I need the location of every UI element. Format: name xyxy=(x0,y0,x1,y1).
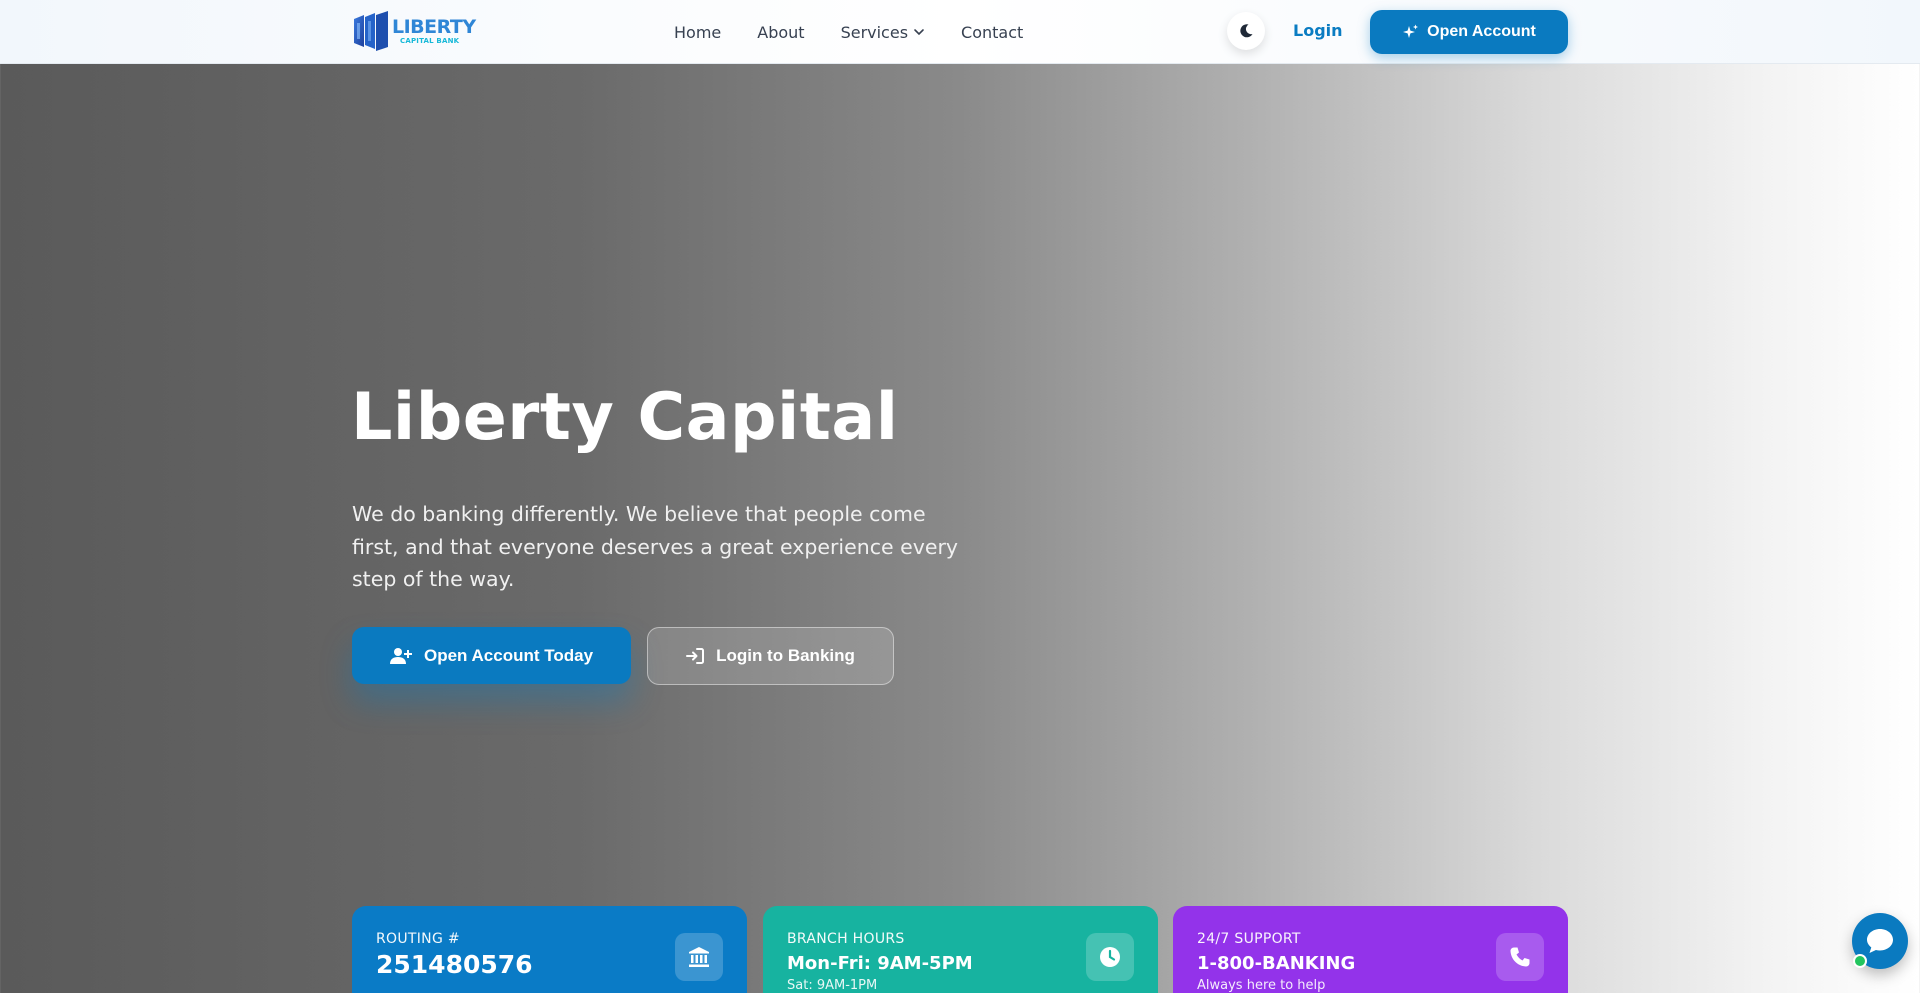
brand-name: LIBERTY xyxy=(392,15,476,38)
open-account-today-button[interactable]: Open Account Today xyxy=(352,627,631,684)
support-sub: Always here to help xyxy=(1197,978,1326,993)
open-account-today-label: Open Account Today xyxy=(423,645,594,665)
login-to-banking-label: Login to Banking xyxy=(716,646,855,665)
phone-icon xyxy=(1510,947,1530,967)
routing-number-value: 251480576 xyxy=(376,950,533,979)
clock-icon xyxy=(1100,947,1120,967)
sparkles-icon xyxy=(1403,24,1419,38)
branch-hours-card: BRANCH HOURS Mon-Fri: 9AM-5PM Sat: 9AM-1… xyxy=(763,906,1158,993)
sign-in-icon xyxy=(686,648,705,664)
open-account-label: Open Account xyxy=(1427,23,1536,40)
nav-link-services[interactable]: Services xyxy=(841,23,925,42)
nav-link-services-label: Services xyxy=(840,22,909,42)
chat-bubble-icon xyxy=(1867,929,1893,953)
bank-icon xyxy=(689,947,709,967)
brand-tagline: CAPITAL BANK xyxy=(400,36,460,45)
brand-logo[interactable]: LIBERTY CAPITAL BANK xyxy=(352,11,476,51)
nav-link-contact[interactable]: Contact xyxy=(961,23,1023,42)
card-label: ROUTING # xyxy=(376,931,460,947)
main-nav: Home About Services Contact xyxy=(674,0,1059,64)
branch-hours-sub: Sat: 9AM-1PM xyxy=(787,978,878,993)
support-phone-value[interactable]: 1-800-BANKING xyxy=(1197,953,1544,974)
navbar: LIBERTY CAPITAL BANK Home About Services… xyxy=(0,0,1920,64)
card-label: BRANCH HOURS xyxy=(787,931,905,947)
hero-title: Liberty Capital xyxy=(351,380,899,455)
branch-hours-value: Mon-Fri: 9AM-5PM xyxy=(787,953,973,974)
nav-link-about[interactable]: About xyxy=(757,23,804,42)
nav-link-home[interactable]: Home xyxy=(674,23,721,42)
theme-toggle-button[interactable] xyxy=(1227,12,1265,50)
bank-building-logo-icon xyxy=(354,11,388,51)
login-to-banking-button[interactable]: Login to Banking xyxy=(647,627,894,685)
hero-description: We do banking differently. We believe th… xyxy=(352,502,959,591)
chevron-down-icon xyxy=(914,29,924,36)
login-link[interactable]: Login xyxy=(1293,21,1343,40)
online-status-dot xyxy=(1853,954,1867,968)
card-label: 24/7 SUPPORT xyxy=(1197,931,1301,947)
open-account-button[interactable]: Open Account xyxy=(1370,10,1568,54)
support-card: 24/7 SUPPORT 1-800-BANKING Always here t… xyxy=(1173,906,1568,993)
user-plus-icon xyxy=(389,647,412,664)
routing-number-card: ROUTING # 251480576 xyxy=(352,906,747,993)
moon-icon xyxy=(1240,24,1253,38)
